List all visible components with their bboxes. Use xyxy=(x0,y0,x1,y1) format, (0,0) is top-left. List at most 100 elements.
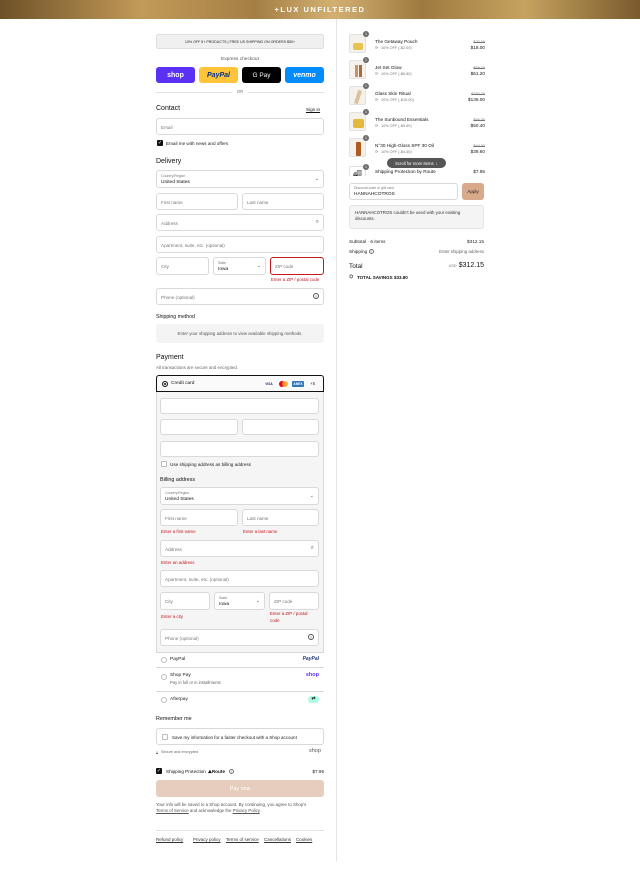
first-name-placeholder: First name xyxy=(161,200,183,205)
shop-pay-option[interactable]: Shop Pay Pay in full or in installments … xyxy=(156,667,324,691)
terms-end: . xyxy=(259,808,261,814)
save-info-checkbox[interactable] xyxy=(162,734,168,740)
help-icon[interactable]: ? xyxy=(368,249,374,255)
footer-divider xyxy=(156,830,324,831)
express-checkout-title: Express checkout xyxy=(221,57,259,62)
card-security-code-input[interactable] xyxy=(242,419,319,435)
billing-apartment-input[interactable]: Apartment, suite, etc. (optional) xyxy=(160,570,319,587)
discount-code-input[interactable]: Discount code or gift card HANNAHCOTROS xyxy=(349,183,458,200)
venmo-button[interactable]: venmo xyxy=(285,67,324,83)
product-name: Shipping Protection by Route xyxy=(375,169,436,174)
shipping-protection-label: Shipping Protection xyxy=(166,769,206,774)
card-number-input[interactable] xyxy=(160,398,319,414)
promo-text: 10% OFF 5+ PRODUCTS | FREE US SHIPPING O… xyxy=(184,39,296,44)
paypal-label: PayPal xyxy=(207,71,230,79)
quantity-badge: 1 xyxy=(363,135,369,141)
last-name-placeholder: Last name xyxy=(247,200,269,205)
card-expiry-input[interactable] xyxy=(160,419,238,435)
apply-button[interactable]: Apply xyxy=(462,183,484,200)
paypal-option[interactable]: PayPal PayPal xyxy=(156,652,324,667)
terms-text: Your info will be saved to a Shop accoun… xyxy=(156,802,324,814)
quantity-badge: 1 xyxy=(363,31,369,37)
shop-pay-button[interactable]: shop xyxy=(156,67,195,83)
help-icon[interactable]: ? xyxy=(308,634,314,640)
billing-state-select[interactable]: State Iowa ⌄ xyxy=(214,592,265,610)
shipping-method-message-box: Enter your shipping address to view avai… xyxy=(156,324,324,343)
delivery-zip-input[interactable]: ZIP code xyxy=(270,257,324,275)
paypal-logo-icon: PayPal xyxy=(302,656,319,662)
delivery-last-name-input[interactable]: Last name xyxy=(242,193,324,210)
info-icon[interactable]: i xyxy=(229,769,234,774)
shop-logo-icon: shop xyxy=(309,748,321,754)
delivery-first-name-input[interactable]: First name xyxy=(156,193,238,210)
billing-country-select[interactable]: Country/Region United States ⌄ xyxy=(160,487,319,505)
quantity-badge: 1 xyxy=(363,164,369,170)
pay-now-button[interactable]: Pay now xyxy=(156,780,324,797)
discount-tag-icon: ⟳ xyxy=(375,123,379,128)
billing-address-input[interactable]: Address ⌕ xyxy=(160,540,319,557)
product-name: Glass Skin Ritual xyxy=(375,91,411,96)
afterpay-option-label: Afterpay xyxy=(170,697,188,702)
venmo-label: venmo xyxy=(293,71,316,79)
terms-of-service-link[interactable]: Terms of Service xyxy=(156,808,189,813)
delivery-apartment-input[interactable]: Apartment, suite, etc. (optional) xyxy=(156,236,324,253)
billing-state-label: State xyxy=(219,596,228,600)
footer-refund-policy[interactable]: Refund policy xyxy=(156,837,183,842)
billing-city-error: Enter a city xyxy=(161,614,183,619)
footer-terms-of-service[interactable]: Terms of service xyxy=(226,837,259,842)
email-input[interactable]: Email xyxy=(156,118,324,135)
billing-state-value: Iowa xyxy=(219,602,230,607)
city-placeholder: City xyxy=(161,264,169,269)
billing-first-name-input[interactable]: First name xyxy=(160,509,238,526)
footer-cancellations[interactable]: Cancellations xyxy=(264,837,291,842)
footer-cookies[interactable]: Cookies xyxy=(296,837,312,842)
shipping-method-heading: Shipping method xyxy=(156,314,195,320)
arrow-down-icon: ↓ xyxy=(435,160,438,166)
delivery-address-input[interactable]: Address ⌕ xyxy=(156,214,324,231)
help-icon[interactable]: ? xyxy=(313,293,319,299)
billing-same-label: Use shipping address as billing address xyxy=(170,462,251,467)
total-amount: USD $312.15 xyxy=(424,262,484,269)
scroll-hint-label: Scroll for more items xyxy=(395,160,434,166)
privacy-policy-link[interactable]: Privacy Policy xyxy=(233,808,260,813)
product-price: $50.40 xyxy=(470,123,485,128)
brand-title: +LUX UNFILTERED xyxy=(274,5,366,14)
product-thumbnail xyxy=(349,112,366,131)
billing-zip-placeholder: ZIP code xyxy=(274,599,293,604)
delivery-city-input[interactable]: City xyxy=(156,257,209,275)
paypal-option-label: PayPal xyxy=(170,657,186,662)
shipping-label-text: Shipping xyxy=(349,249,368,254)
billing-phone-input[interactable]: Phone (optional)? xyxy=(160,629,319,646)
delivery-country-select[interactable]: Country/Region United States ⌄ xyxy=(156,170,324,188)
billing-same-checkbox[interactable] xyxy=(161,461,167,467)
total-value: $312.15 xyxy=(458,262,484,269)
billing-last-name-input[interactable]: Last name xyxy=(242,509,319,526)
product-name: N°30 High-Gloss SPF 30 Oil xyxy=(375,143,434,148)
state-label: State xyxy=(218,261,227,265)
delivery-state-select[interactable]: State Iowa ⌄ xyxy=(213,257,266,275)
shipping-protection-checkbox[interactable]: ✓ xyxy=(156,768,162,774)
cart-item: 1 Glass Skin Ritual ⟳ 10% OFF (-$15.00) … xyxy=(349,83,485,108)
billing-city-input[interactable]: City xyxy=(160,592,210,610)
sign-in-link[interactable]: Sign in xyxy=(306,107,320,112)
footer-privacy-policy[interactable]: Privacy policy xyxy=(193,837,221,842)
radio-icon xyxy=(161,674,167,680)
card-name-input[interactable] xyxy=(160,441,319,457)
discount-code-label: Discount code or gift card xyxy=(354,186,394,190)
google-pay-button[interactable]: G Pay xyxy=(242,67,281,83)
news-checkbox[interactable]: ✓ xyxy=(157,140,163,146)
paypal-button[interactable]: PayPal xyxy=(199,67,238,83)
product-original-price: $44.00 xyxy=(473,144,485,148)
product-thumbnail xyxy=(349,34,366,53)
scroll-more-pill[interactable]: Scroll for more items ↓ xyxy=(387,158,446,168)
billing-zip-input[interactable]: ZIP code xyxy=(269,592,319,610)
billing-zip-error-line1: Enter a ZIP / postal xyxy=(270,611,308,616)
delivery-phone-input[interactable]: Phone (optional)? xyxy=(156,288,324,305)
afterpay-option[interactable]: Afterpay ⇄ xyxy=(156,691,324,708)
product-price: $18.00 xyxy=(470,45,485,50)
product-price: $61.20 xyxy=(470,71,485,76)
billing-phone-placeholder: Phone (optional) xyxy=(165,636,199,641)
credit-card-option[interactable]: Credit card VISA AMEX +5 xyxy=(156,375,324,392)
save-info-label: Save my information for a faster checkou… xyxy=(172,735,297,740)
shop-pay-option-label: Shop Pay xyxy=(170,673,191,678)
